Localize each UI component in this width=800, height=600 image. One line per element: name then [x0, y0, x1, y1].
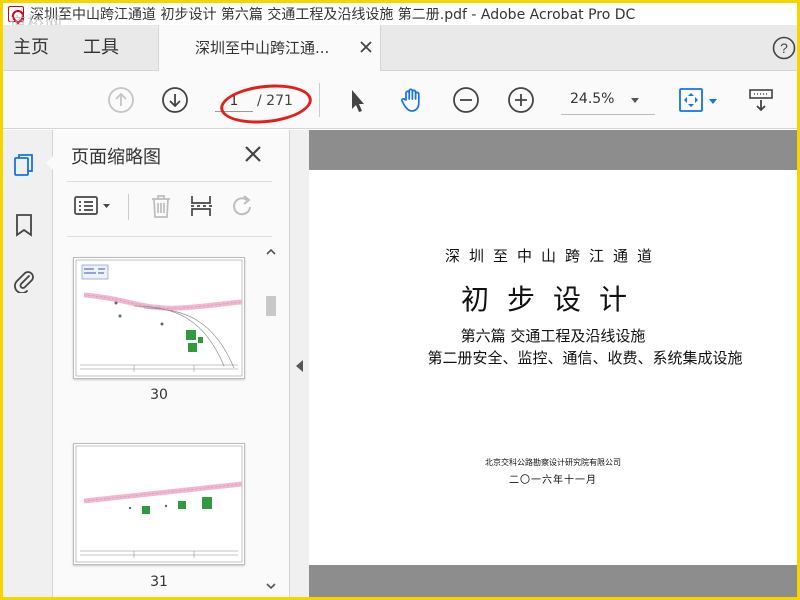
close-tab-icon[interactable] — [358, 39, 374, 55]
annotation-ellipse — [218, 80, 314, 128]
thumbnail-drawing — [75, 259, 243, 377]
toolbar-divider — [319, 83, 320, 117]
thumbnail-page[interactable] — [73, 257, 245, 379]
window-title: 深圳至中山跨江通道 初步设计 第六篇 交通工程及沿线设施 第二册.pdf - A… — [30, 7, 636, 23]
panel-divider — [67, 181, 272, 182]
thumbnail-scrollbar[interactable] — [262, 240, 280, 597]
rotate-page-icon[interactable] — [229, 192, 257, 220]
extract-page-icon[interactable] — [187, 192, 215, 220]
zoom-select[interactable]: 24.5% — [561, 89, 655, 115]
document-view[interactable]: 深圳至中山跨江通道 初步设计 第六篇 交通工程及沿线设施 第二册安全、监控、通信… — [309, 130, 797, 597]
navigation-rail — [3, 130, 53, 597]
panel-toolbar-divider — [67, 236, 272, 237]
tab-row: 主页 工具 深圳至中山跨江通... ? — [3, 25, 797, 72]
next-page-icon[interactable] — [161, 86, 189, 114]
zoom-value: 24.5% — [570, 91, 615, 107]
acrobat-window: 深圳至中山跨江通道 初步设计 第六篇 交通工程及沿线设施 第二册.pdf - A… — [3, 3, 797, 597]
thumbnail-options-icon[interactable] — [73, 192, 113, 220]
zoom-out-icon[interactable] — [452, 86, 480, 114]
thumbnail-page-number: 31 — [150, 574, 168, 590]
document-page: 深圳至中山跨江通道 初步设计 第六篇 交通工程及沿线设施 第二册安全、监控、通信… — [309, 170, 797, 565]
tab-home[interactable]: 主页 — [13, 25, 49, 71]
svg-text:?: ? — [780, 40, 788, 56]
thumbnails-panel: 页面缩略图 30 31 — [53, 130, 290, 597]
tab-tools[interactable]: 工具 — [83, 25, 119, 71]
panel-collapse-handle[interactable] — [290, 130, 309, 597]
help-icon[interactable]: ? — [772, 36, 796, 60]
thumbnail-page-number: 30 — [150, 387, 168, 403]
close-panel-icon[interactable] — [243, 144, 263, 164]
fit-page-caret-icon[interactable] — [709, 99, 717, 104]
attachment-icon[interactable] — [11, 267, 37, 293]
delete-page-icon[interactable] — [147, 192, 175, 220]
tab-document[interactable]: 深圳至中山跨江通... — [158, 25, 381, 72]
thumbnail-drawing — [75, 445, 243, 563]
title-bar: 深圳至中山跨江通道 初步设计 第六篇 交通工程及沿线设施 第二册.pdf - A… — [3, 3, 797, 25]
panel-title: 页面缩略图 — [71, 147, 161, 168]
thumbnail-list: 30 31 — [53, 240, 273, 597]
document-tab-label: 深圳至中山跨江通... — [195, 39, 330, 57]
doc-book-title: 第二册安全、监控、通信、收费、系统集成设施 — [427, 349, 743, 367]
scroll-down-icon[interactable] — [265, 580, 277, 592]
panel-tool-divider — [128, 194, 129, 220]
zoom-in-icon[interactable] — [507, 86, 535, 114]
doc-date: 二〇一六年十一月 — [509, 475, 597, 486]
doc-phase-title: 初步设计 — [460, 283, 645, 316]
chevron-left-icon — [296, 360, 303, 372]
page-thumbnails-icon[interactable] — [11, 152, 37, 178]
scroll-mode-icon[interactable] — [747, 86, 775, 114]
chevron-down-icon — [631, 98, 639, 103]
scroll-up-icon[interactable] — [265, 246, 277, 258]
select-arrow-icon[interactable] — [343, 86, 371, 114]
toolbar: 1 / 271 24.5% — [3, 71, 797, 129]
hand-tool-icon[interactable] — [398, 86, 426, 114]
bookmark-icon[interactable] — [11, 212, 37, 238]
doc-project-title: 深圳至中山跨江通道 — [444, 247, 661, 265]
doc-organization: 北京交科公路勘察设计研究院有限公司 — [485, 458, 621, 467]
prev-page-icon[interactable] — [107, 86, 135, 114]
scrollbar-thumb[interactable] — [266, 296, 276, 316]
doc-volume-title: 第六篇 交通工程及沿线设施 — [460, 327, 646, 345]
fit-page-icon[interactable] — [677, 86, 705, 114]
rail-active-indicator — [46, 156, 53, 170]
thumbnail-page[interactable] — [73, 443, 245, 565]
